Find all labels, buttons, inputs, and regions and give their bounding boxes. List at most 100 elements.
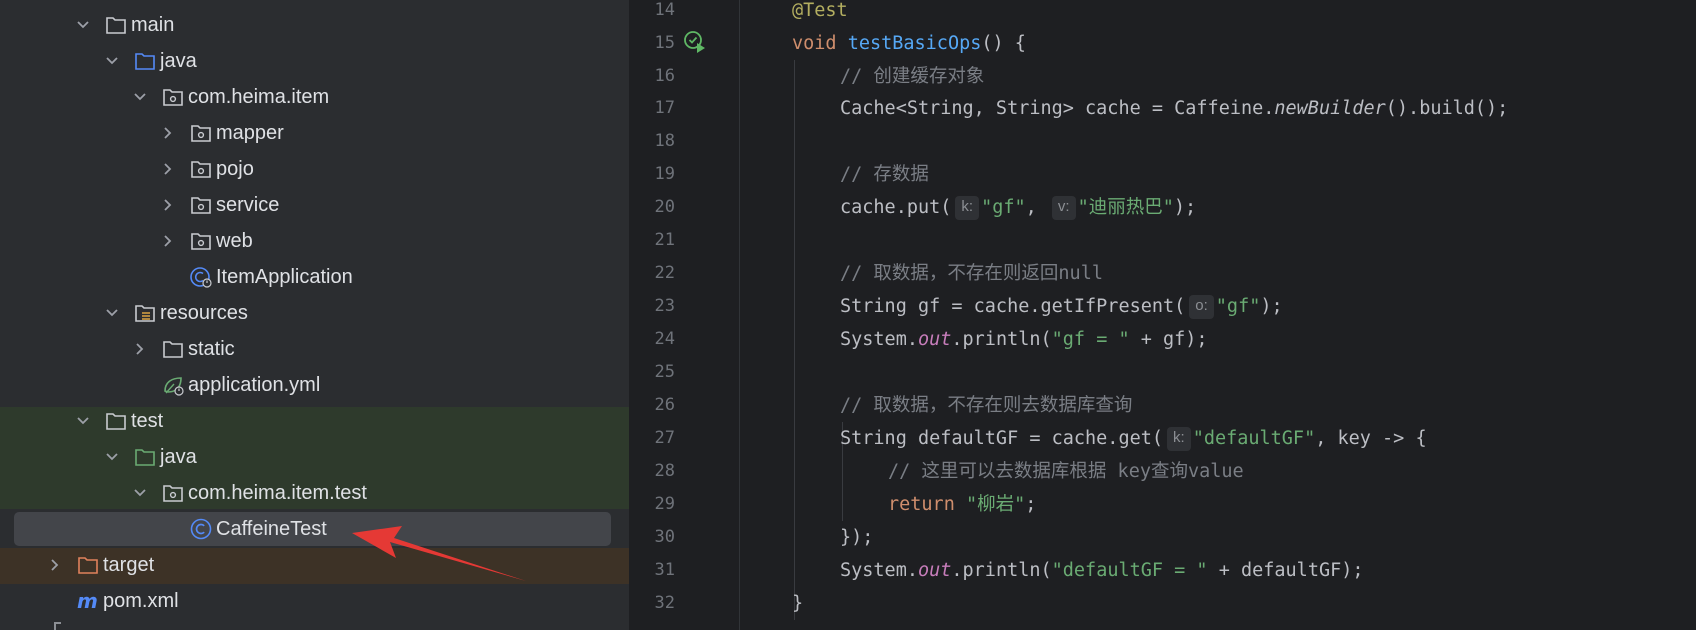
chevron-down-icon[interactable] bbox=[105, 450, 119, 464]
chevron-right-icon[interactable] bbox=[133, 342, 147, 356]
code-token: , bbox=[1025, 197, 1048, 218]
chevron-down-icon[interactable] bbox=[133, 90, 147, 104]
static-method-token: newBuilder bbox=[1274, 98, 1386, 119]
tree-item-static[interactable]: static bbox=[133, 331, 235, 367]
code-line-30: }); bbox=[840, 521, 873, 554]
annotation-token: @Test bbox=[792, 0, 848, 21]
tree-item-web[interactable]: web bbox=[161, 223, 253, 259]
editor-gutter: 14 15 16 17 18 19 20 21 22 23 24 25 26 2… bbox=[629, 0, 740, 630]
tree-item-main[interactable]: main bbox=[76, 7, 174, 43]
tree-item-label: service bbox=[216, 194, 280, 216]
project-tree: main java com.heima.item mapper pojo ser… bbox=[0, 0, 629, 630]
tree-item-test[interactable]: test bbox=[76, 403, 163, 439]
tree-item-label: CaffeineTest bbox=[216, 518, 327, 540]
code-token: ().build(); bbox=[1385, 98, 1509, 119]
code-token: System. bbox=[840, 560, 918, 581]
code-token: ; bbox=[1025, 494, 1037, 515]
parameter-hint: v: bbox=[1051, 196, 1076, 220]
tree-item-com-heima-item-test[interactable]: com.heima.item.test bbox=[133, 475, 367, 511]
comment-token: // 取数据，不存在则去数据库查询 bbox=[840, 395, 1133, 416]
chevron-right-icon[interactable] bbox=[161, 234, 175, 248]
tree-item-itemapplication[interactable]: ItemApplication bbox=[161, 259, 353, 295]
line-number: 32 bbox=[654, 593, 675, 613]
line-number: 17 bbox=[654, 98, 675, 118]
code-token: .println( bbox=[951, 329, 1052, 350]
line-number: 21 bbox=[654, 230, 675, 250]
string-token: "gf" bbox=[1215, 296, 1261, 317]
keyword-token: void bbox=[792, 33, 837, 54]
chevron-right-icon[interactable] bbox=[161, 162, 175, 176]
code-line-22: // 取数据，不存在则返回null bbox=[840, 257, 1103, 290]
tree-item-java[interactable]: java bbox=[105, 43, 197, 79]
line-number: 18 bbox=[654, 131, 675, 151]
maven-icon: m bbox=[76, 589, 100, 613]
tree-item-label: static bbox=[188, 338, 235, 360]
code-token: String defaultGF = cache.get( bbox=[840, 428, 1164, 449]
tree-item-label: pom.xml bbox=[103, 590, 179, 612]
tree-item-caffeinetest[interactable]: CaffeineTest bbox=[161, 511, 327, 547]
tree-item-target[interactable]: target bbox=[48, 547, 154, 583]
line-number: 26 bbox=[654, 395, 675, 415]
package-icon bbox=[161, 481, 185, 505]
code-token: String gf = cache.getIfPresent( bbox=[840, 296, 1186, 317]
package-icon bbox=[161, 85, 185, 109]
line-number: 16 bbox=[654, 66, 675, 86]
chevron-down-icon[interactable] bbox=[133, 486, 147, 500]
code-line-20: cache.put(k: "gf", v: "迪丽热巴"); bbox=[840, 191, 1196, 224]
line-number: 15 bbox=[654, 33, 675, 53]
line-number: 27 bbox=[654, 428, 675, 448]
parameter-hint: k: bbox=[955, 196, 980, 220]
folder-icon bbox=[161, 337, 185, 361]
chevron-down-icon[interactable] bbox=[76, 414, 90, 428]
chevron-right-icon[interactable] bbox=[161, 198, 175, 212]
code-token: ); bbox=[1260, 296, 1283, 317]
code-token: System. bbox=[840, 329, 918, 350]
line-number: 20 bbox=[654, 197, 675, 217]
tree-item-service[interactable]: service bbox=[161, 187, 279, 223]
package-icon bbox=[189, 229, 213, 253]
truncated-tree-item bbox=[54, 622, 61, 630]
chevron-right-icon[interactable] bbox=[161, 126, 175, 140]
tree-item-label: com.heima.item.test bbox=[188, 482, 367, 504]
tree-item-resources[interactable]: resources bbox=[105, 295, 248, 331]
code-line-32: } bbox=[792, 587, 803, 620]
method-name: testBasicOps bbox=[847, 33, 982, 54]
tree-item-com-heima-item[interactable]: com.heima.item bbox=[133, 79, 329, 115]
folder-icon bbox=[104, 409, 128, 433]
tree-item-label: java bbox=[160, 50, 197, 72]
chevron-right-icon[interactable] bbox=[48, 558, 62, 572]
string-token: "gf" bbox=[981, 197, 1026, 218]
chevron-down-icon[interactable] bbox=[105, 306, 119, 320]
code-line-31: System.out.println("defaultGF = " + defa… bbox=[840, 554, 1364, 587]
code-token: .println( bbox=[951, 560, 1052, 581]
code-token: () { bbox=[981, 33, 1026, 54]
tree-item-label: ItemApplication bbox=[216, 266, 353, 288]
string-token: "迪丽热巴" bbox=[1077, 197, 1174, 218]
spring-boot-class-icon bbox=[189, 265, 213, 289]
class-icon bbox=[189, 517, 213, 541]
tree-item-mapper[interactable]: mapper bbox=[161, 115, 284, 151]
code-token: ); bbox=[1173, 197, 1197, 218]
code-line-15: void testBasicOps() { bbox=[792, 27, 1026, 60]
package-icon bbox=[189, 157, 213, 181]
comment-token: // 创建缓存对象 bbox=[840, 66, 985, 87]
line-number: 28 bbox=[654, 461, 675, 481]
chevron-down-icon[interactable] bbox=[105, 54, 119, 68]
tree-item-pom-xml[interactable]: m pom.xml bbox=[48, 583, 179, 619]
tree-item-application-yml[interactable]: application.yml bbox=[133, 367, 320, 403]
package-icon bbox=[189, 121, 213, 145]
line-number: 31 bbox=[654, 560, 675, 580]
run-test-icon[interactable] bbox=[683, 30, 707, 54]
package-icon bbox=[189, 193, 213, 217]
line-number: 30 bbox=[654, 527, 675, 547]
code-line-28: // 这里可以去数据库根据 key查询value bbox=[888, 455, 1244, 488]
comment-token: // 取数据，不存在则返回null bbox=[840, 263, 1103, 284]
tree-item-test-java[interactable]: java bbox=[105, 439, 197, 475]
comment-token: // 这里可以去数据库根据 key查询value bbox=[888, 461, 1244, 482]
resources-folder-icon bbox=[133, 301, 157, 325]
tree-item-pojo[interactable]: pojo bbox=[161, 151, 254, 187]
tree-item-label: pojo bbox=[216, 158, 254, 180]
chevron-down-icon[interactable] bbox=[76, 18, 90, 32]
line-number: 29 bbox=[654, 494, 675, 514]
code-editor[interactable]: 14 15 16 17 18 19 20 21 22 23 24 25 26 2… bbox=[629, 0, 1696, 630]
